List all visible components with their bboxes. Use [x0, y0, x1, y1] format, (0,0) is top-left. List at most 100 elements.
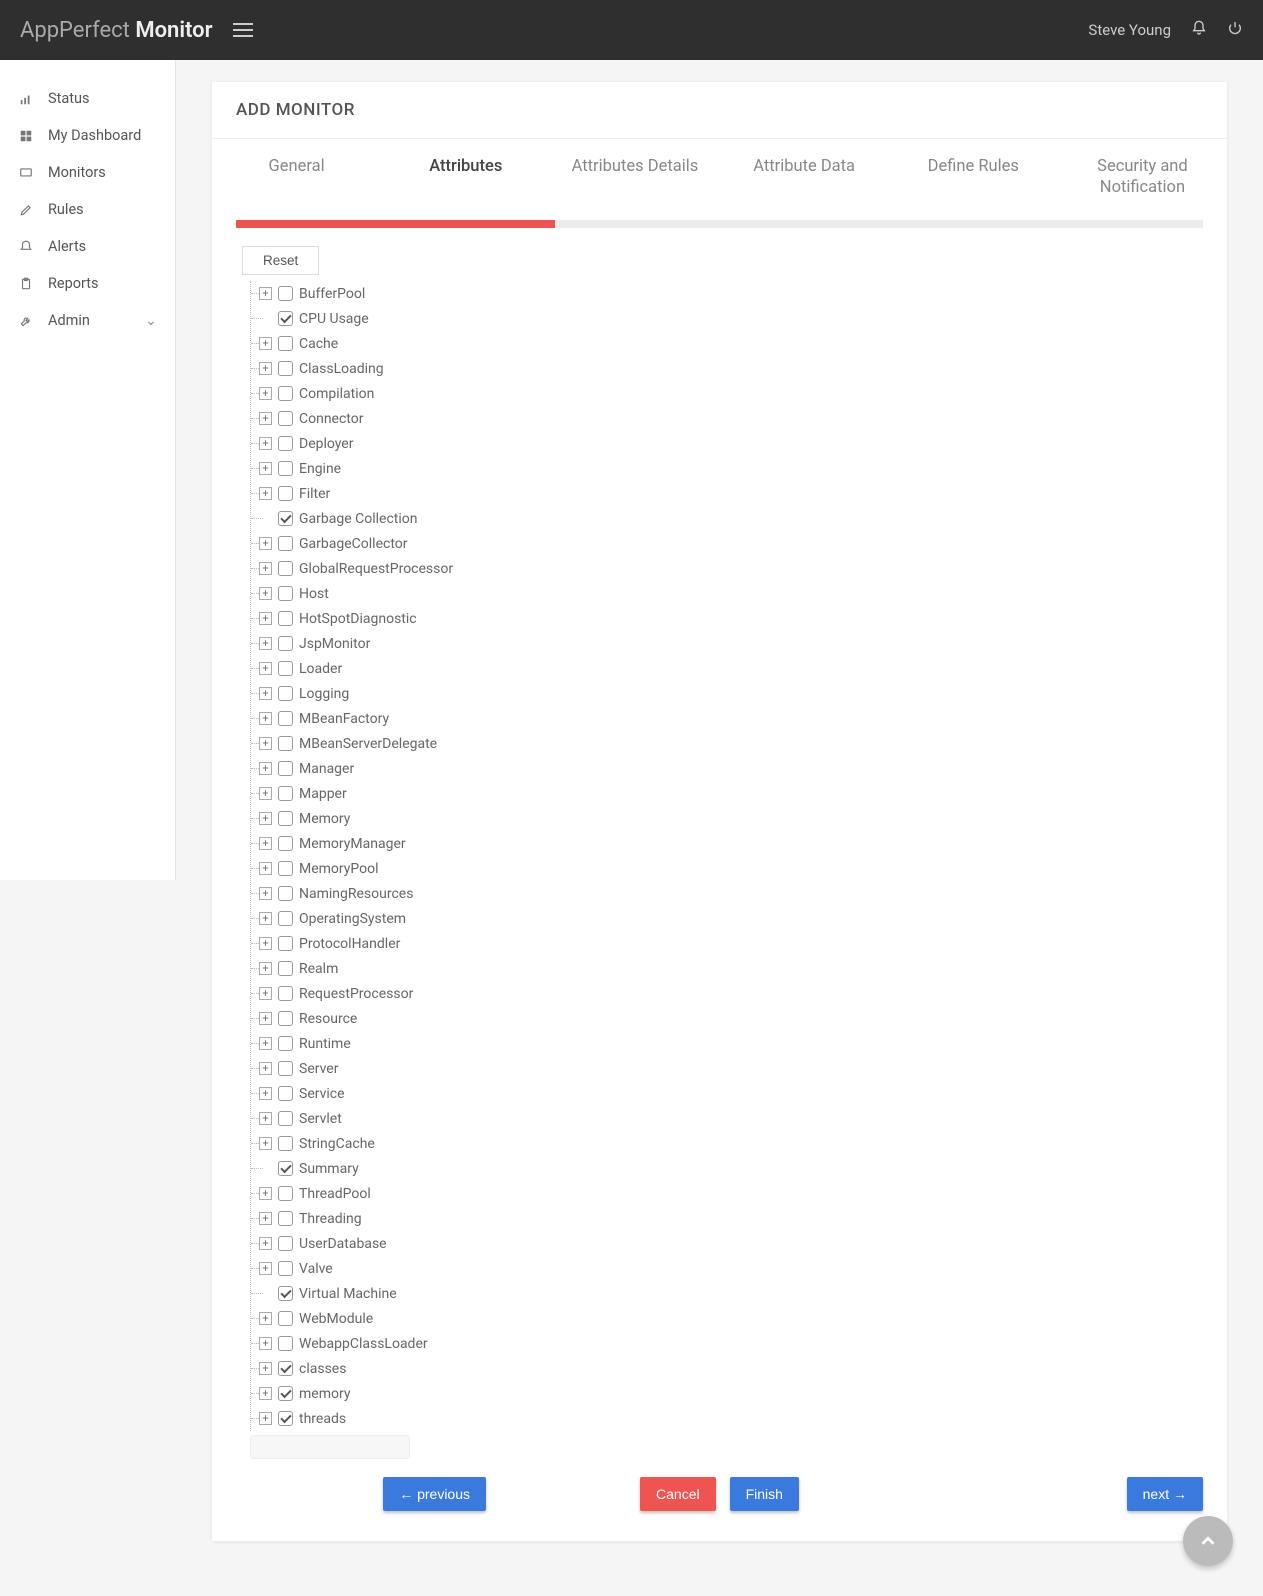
tree-checkbox[interactable] [278, 386, 293, 401]
tree-checkbox[interactable] [278, 486, 293, 501]
expand-icon[interactable]: + [259, 737, 272, 750]
expand-icon[interactable]: + [259, 787, 272, 800]
scroll-top-button[interactable] [1183, 1516, 1233, 1566]
tree-label[interactable]: Cache [299, 336, 338, 352]
tree-checkbox[interactable] [278, 961, 293, 976]
power-icon[interactable] [1227, 20, 1243, 40]
tree-label[interactable]: Deployer [299, 436, 353, 452]
tree-label[interactable]: NamingResources [299, 886, 413, 902]
tree-checkbox[interactable] [278, 1261, 293, 1276]
expand-icon[interactable]: + [259, 1362, 272, 1375]
expand-icon[interactable]: + [259, 1337, 272, 1350]
tree-checkbox[interactable] [278, 1336, 293, 1351]
tree-checkbox[interactable] [278, 1061, 293, 1076]
tree-checkbox[interactable] [278, 1361, 293, 1376]
tree-label[interactable]: Valve [299, 1261, 333, 1277]
tree-checkbox[interactable] [278, 561, 293, 576]
expand-icon[interactable]: + [259, 612, 272, 625]
expand-icon[interactable]: + [259, 1062, 272, 1075]
tree-label[interactable]: GlobalRequestProcessor [299, 561, 453, 577]
tree-label[interactable]: WebappClassLoader [299, 1336, 428, 1352]
tree-checkbox[interactable] [278, 661, 293, 676]
tree-label[interactable]: ClassLoading [299, 361, 384, 377]
expand-icon[interactable]: + [259, 687, 272, 700]
tree-label[interactable]: GarbageCollector [299, 536, 408, 552]
tree-checkbox[interactable] [278, 1011, 293, 1026]
tree-checkbox[interactable] [278, 436, 293, 451]
tree-checkbox[interactable] [278, 611, 293, 626]
tree-checkbox[interactable] [278, 986, 293, 1001]
tree-label[interactable]: RequestProcessor [299, 986, 413, 1002]
tree-checkbox[interactable] [278, 886, 293, 901]
tree-label[interactable]: UserDatabase [299, 1236, 387, 1252]
expand-icon[interactable]: + [259, 462, 272, 475]
tree-checkbox[interactable] [278, 861, 293, 876]
expand-icon[interactable]: + [259, 412, 272, 425]
tree-checkbox[interactable] [278, 361, 293, 376]
finish-button[interactable]: Finish [730, 1477, 799, 1511]
tree-checkbox[interactable] [278, 786, 293, 801]
expand-icon[interactable]: + [259, 912, 272, 925]
expand-icon[interactable]: + [259, 1237, 272, 1250]
tree-checkbox[interactable] [278, 1386, 293, 1401]
expand-icon[interactable]: + [259, 537, 272, 550]
tree-checkbox[interactable] [278, 586, 293, 601]
tab-attributes-details[interactable]: Attributes Details [550, 139, 719, 220]
tree-label[interactable]: StringCache [299, 1136, 375, 1152]
tree-label[interactable]: threads [299, 1411, 346, 1427]
tree-checkbox[interactable] [278, 1286, 293, 1301]
tree-label[interactable]: Host [299, 586, 329, 602]
tab-security-and-notification[interactable]: Security and Notification [1058, 139, 1227, 220]
expand-icon[interactable]: + [259, 562, 272, 575]
expand-icon[interactable]: + [259, 1412, 272, 1425]
hamburger-icon[interactable] [233, 23, 253, 37]
expand-icon[interactable]: + [259, 637, 272, 650]
tree-checkbox[interactable] [278, 1161, 293, 1176]
expand-icon[interactable]: + [259, 387, 272, 400]
sidebar-item-status[interactable]: Status [0, 80, 175, 117]
tree-label[interactable]: Realm [299, 961, 338, 977]
expand-icon[interactable]: + [259, 937, 272, 950]
expand-icon[interactable]: + [259, 987, 272, 1000]
tree-label[interactable]: Summary [299, 1161, 359, 1177]
expand-icon[interactable]: + [259, 1262, 272, 1275]
tree-label[interactable]: memory [299, 1386, 350, 1402]
tree-label[interactable]: Logging [299, 686, 349, 702]
tree-label[interactable]: OperatingSystem [299, 911, 406, 927]
tree-checkbox[interactable] [278, 536, 293, 551]
tree-label[interactable]: Connector [299, 411, 363, 427]
sidebar-item-reports[interactable]: Reports [0, 265, 175, 302]
tree-checkbox[interactable] [278, 461, 293, 476]
tree-label[interactable]: Mapper [299, 786, 347, 802]
tree-checkbox[interactable] [278, 411, 293, 426]
tree-label[interactable]: classes [299, 1361, 346, 1377]
tree-label[interactable]: Filter [299, 486, 330, 502]
tree-label[interactable]: Virtual Machine [299, 1286, 397, 1302]
tree-checkbox[interactable] [278, 1111, 293, 1126]
sidebar-item-monitors[interactable]: Monitors [0, 154, 175, 191]
tree-checkbox[interactable] [278, 736, 293, 751]
tree-checkbox[interactable] [278, 1036, 293, 1051]
expand-icon[interactable]: + [259, 662, 272, 675]
tree-label[interactable]: Memory [299, 811, 350, 827]
expand-icon[interactable]: + [259, 1112, 272, 1125]
tree-checkbox[interactable] [278, 286, 293, 301]
tree-label[interactable]: Manager [299, 761, 354, 777]
expand-icon[interactable]: + [259, 337, 272, 350]
tree-label[interactable]: Servlet [299, 1111, 342, 1127]
tree-checkbox[interactable] [278, 511, 293, 526]
expand-icon[interactable]: + [259, 362, 272, 375]
sidebar-item-rules[interactable]: Rules [0, 191, 175, 228]
tree-checkbox[interactable] [278, 1186, 293, 1201]
user-name[interactable]: Steve Young [1088, 21, 1171, 39]
reset-button[interactable]: Reset [242, 246, 319, 275]
tree-checkbox[interactable] [278, 1211, 293, 1226]
expand-icon[interactable]: + [259, 1037, 272, 1050]
tab-define-rules[interactable]: Define Rules [889, 139, 1058, 220]
expand-icon[interactable]: + [259, 712, 272, 725]
tree-checkbox[interactable] [278, 761, 293, 776]
tab-attributes[interactable]: Attributes [381, 139, 550, 220]
tree-checkbox[interactable] [278, 1236, 293, 1251]
tree-label[interactable]: Threading [299, 1211, 362, 1227]
sidebar-item-my-dashboard[interactable]: My Dashboard [0, 117, 175, 154]
